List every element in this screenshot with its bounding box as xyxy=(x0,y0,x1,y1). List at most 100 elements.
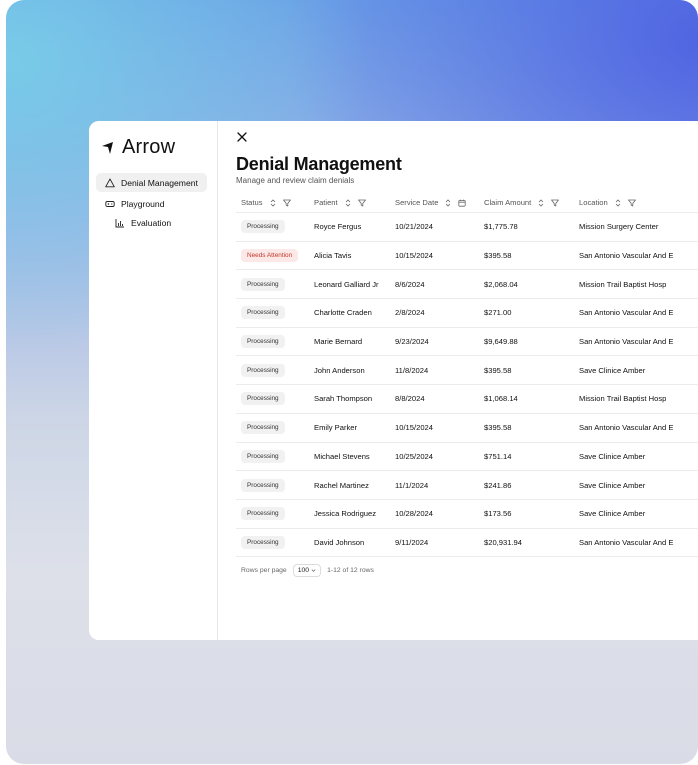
service-date-cell: 11/8/2024 xyxy=(390,355,479,386)
status-cell: Processing xyxy=(236,528,309,558)
location-cell: Mission Trail Baptist Hosp xyxy=(574,384,698,414)
service-date-cell: 10/21/2024 xyxy=(390,212,479,242)
sidebar: Arrow Denial Management Playground Evalu… xyxy=(89,121,218,640)
patient-cell: Leonard Galliard Jr xyxy=(309,269,390,300)
sidebar-item-evaluation[interactable]: Evaluation xyxy=(96,213,207,232)
sort-icon[interactable] xyxy=(269,199,277,207)
status-badge: Processing xyxy=(241,421,285,435)
table-row[interactable]: Processing John Anderson 11/8/2024 $395.… xyxy=(236,355,698,386)
rows-range-text: 1-12 of 12 rows xyxy=(327,567,374,574)
table-row[interactable]: Processing Marie Bernard 9/23/2024 $9,64… xyxy=(236,327,698,357)
location-cell: Save Clinice Amber xyxy=(574,442,698,472)
sort-icon[interactable] xyxy=(444,199,452,207)
table-row[interactable]: Processing Rachel Martinez 11/1/2024 $24… xyxy=(236,470,698,500)
service-date-cell: 2/8/2024 xyxy=(390,298,479,328)
table-row[interactable]: Processing Charlotte Craden 2/8/2024 $27… xyxy=(236,298,698,328)
rows-per-page-label: Rows per page xyxy=(241,567,287,574)
sidebar-item-label: Denial Management xyxy=(121,177,198,188)
claim-amount-cell: $395.58 xyxy=(479,355,574,386)
status-cell: Processing xyxy=(236,327,309,357)
gamepad-icon xyxy=(105,199,115,209)
location-cell: Save Clinice Amber xyxy=(574,355,698,386)
location-cell: San Antonio Vascular And E xyxy=(574,298,698,328)
filter-icon[interactable] xyxy=(551,199,560,207)
status-cell: Processing xyxy=(236,384,309,414)
arrow-logo-icon xyxy=(102,141,113,154)
service-date-cell: 8/6/2024 xyxy=(390,269,479,300)
status-badge: Processing xyxy=(241,392,285,406)
status-cell: Processing xyxy=(236,298,309,328)
column-header-claim-amount[interactable]: Claim Amount xyxy=(479,193,574,213)
service-date-cell: 8/8/2024 xyxy=(390,384,479,414)
app-logo: Arrow xyxy=(101,136,175,159)
status-badge: Processing xyxy=(241,363,285,377)
close-icon[interactable] xyxy=(236,131,248,143)
calendar-icon[interactable] xyxy=(458,199,467,207)
claim-amount-cell: $1,068.14 xyxy=(479,384,574,414)
patient-cell: Rachel Martinez xyxy=(309,470,390,500)
rows-per-page-select[interactable]: 100 xyxy=(292,564,322,577)
column-header-patient[interactable]: Patient xyxy=(309,193,390,213)
patient-cell: Alicia Tavis xyxy=(309,241,390,271)
patient-cell: Marie Bernard xyxy=(309,327,390,357)
chevron-down-icon xyxy=(311,569,316,572)
status-cell: Processing xyxy=(236,499,309,529)
table-row[interactable]: Processing Michael Stevens 10/25/2024 $7… xyxy=(236,442,698,472)
sidebar-item-playground[interactable]: Playground xyxy=(96,194,207,213)
status-cell: Processing xyxy=(236,470,309,500)
page-subtitle: Manage and review claim denials xyxy=(236,176,355,185)
rows-per-page-value: 100 xyxy=(297,567,310,574)
claim-amount-cell: $395.58 xyxy=(479,241,574,271)
pagination: Rows per page 100 1-12 of 12 rows xyxy=(241,564,374,577)
claim-amount-cell: $271.00 xyxy=(479,298,574,328)
table-row[interactable]: Processing David Johnson 9/11/2024 $20,9… xyxy=(236,528,698,558)
column-header-status[interactable]: Status xyxy=(236,193,309,213)
location-cell: San Antonio Vascular And E xyxy=(574,413,698,443)
service-date-cell: 10/25/2024 xyxy=(390,442,479,472)
main-content: Denial Management Manage and review clai… xyxy=(217,121,698,640)
patient-cell: Sarah Thompson xyxy=(309,384,390,414)
location-cell: Save Clinice Amber xyxy=(574,499,698,529)
filter-icon[interactable] xyxy=(627,199,636,207)
filter-icon[interactable] xyxy=(357,199,366,207)
filter-icon[interactable] xyxy=(282,199,291,207)
status-badge: Processing xyxy=(241,449,285,463)
claim-amount-cell: $395.58 xyxy=(479,413,574,443)
status-badge: Processing xyxy=(241,507,285,521)
claim-amount-cell: $9,649.88 xyxy=(479,327,574,357)
location-cell: San Antonio Vascular And E xyxy=(574,327,698,357)
patient-cell: David Johnson xyxy=(309,528,390,558)
app-window: Arrow Denial Management Playground Evalu… xyxy=(89,121,698,640)
sort-icon[interactable] xyxy=(537,199,545,207)
location-cell: San Antonio Vascular And E xyxy=(574,528,698,558)
status-badge: Processing xyxy=(241,220,285,234)
service-date-cell: 10/28/2024 xyxy=(390,499,479,529)
sort-icon[interactable] xyxy=(344,199,352,207)
sidebar-item-label: Playground xyxy=(121,198,165,209)
status-badge: Processing xyxy=(241,335,285,349)
table-row[interactable]: Processing Emily Parker 10/15/2024 $395.… xyxy=(236,413,698,443)
patient-cell: Emily Parker xyxy=(309,413,390,443)
page-title: Denial Management xyxy=(236,154,402,174)
sidebar-item-denial-management[interactable]: Denial Management xyxy=(96,173,207,192)
denials-table: Status Patient Service Date Claim Amount… xyxy=(236,193,698,558)
table-row[interactable]: Needs Attention Alicia Tavis 10/15/2024 … xyxy=(236,241,698,271)
claim-amount-cell: $1,775.78 xyxy=(479,212,574,242)
sidebar-item-label: Evaluation xyxy=(131,217,172,228)
claim-amount-cell: $751.14 xyxy=(479,442,574,472)
sort-icon[interactable] xyxy=(614,199,622,207)
table-row[interactable]: Processing Sarah Thompson 8/8/2024 $1,06… xyxy=(236,384,698,414)
status-cell: Processing xyxy=(236,413,309,443)
column-header-service-date[interactable]: Service Date xyxy=(390,193,479,213)
status-badge: Processing xyxy=(241,535,285,549)
column-header-location[interactable]: Location xyxy=(574,193,698,213)
service-date-cell: 9/11/2024 xyxy=(390,528,479,558)
table-row[interactable]: Processing Jessica Rodriguez 10/28/2024 … xyxy=(236,499,698,529)
table-row[interactable]: Processing Royce Fergus 10/21/2024 $1,77… xyxy=(236,212,698,242)
location-cell: Mission Surgery Center xyxy=(574,212,698,242)
table-row[interactable]: Processing Leonard Galliard Jr 8/6/2024 … xyxy=(236,269,698,300)
status-cell: Processing xyxy=(236,269,309,300)
status-cell: Needs Attention xyxy=(236,241,309,271)
status-badge: Processing xyxy=(241,478,285,492)
patient-cell: Michael Stevens xyxy=(309,442,390,472)
